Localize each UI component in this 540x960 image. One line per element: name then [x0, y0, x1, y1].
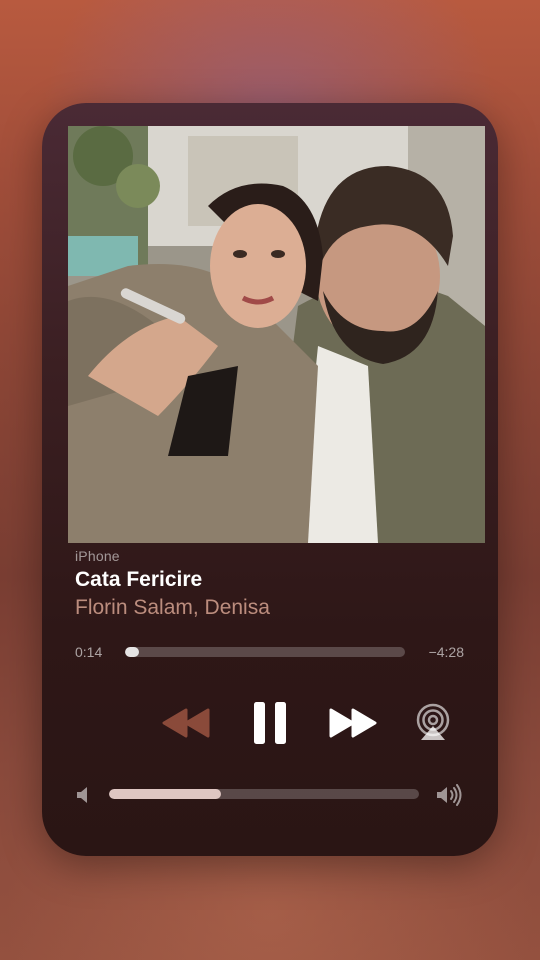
pause-button[interactable]	[248, 699, 292, 747]
speaker-high-icon	[437, 784, 462, 806]
rewind-button[interactable]	[162, 706, 212, 740]
volume-low-icon-wrap	[75, 785, 93, 805]
remaining-time: −4:28	[428, 644, 464, 660]
fast-forward-icon	[329, 708, 377, 738]
rewind-icon	[162, 708, 210, 738]
airplay-button[interactable]	[413, 702, 453, 742]
playback-progress-fill	[125, 647, 139, 657]
airplay-icon	[416, 703, 450, 740]
speaker-low-icon	[77, 787, 87, 803]
track-artist: Florin Salam, Denisa	[75, 596, 270, 619]
volume-high-icon-wrap	[435, 784, 465, 806]
volume-slider[interactable]	[109, 789, 419, 799]
album-artwork	[68, 126, 485, 543]
volume-slider-fill	[109, 789, 221, 799]
playback-scrubber[interactable]	[125, 647, 405, 657]
elapsed-time: 0:14	[75, 644, 103, 660]
source-label: iPhone	[75, 548, 120, 564]
track-title: Cata Fericire	[75, 568, 203, 591]
fast-forward-button[interactable]	[327, 706, 377, 740]
now-playing-card: iPhone Cata Fericire Florin Salam, Denis…	[42, 103, 498, 856]
pause-icon	[254, 702, 286, 744]
